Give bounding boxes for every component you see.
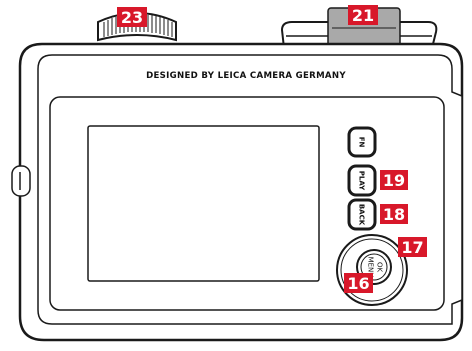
callout-23-label: 23 [121, 8, 143, 27]
lcd-screen [87, 125, 320, 282]
callout-16: 16 [344, 273, 373, 293]
play-button[interactable]: PLAY [347, 164, 377, 197]
callout-18-label: 18 [383, 205, 405, 224]
callout-23: 23 [117, 7, 147, 27]
brand-text: DESIGNED BY LEICA CAMERA GERMANY [146, 71, 346, 81]
callout-21-label: 21 [352, 6, 374, 25]
play-button-label: PLAY [358, 171, 366, 191]
callout-18: 18 [380, 204, 408, 224]
callout-19-label: 19 [383, 171, 405, 190]
ok-label: OK [376, 262, 384, 273]
callout-21: 21 [348, 5, 378, 25]
fn-button[interactable]: FN [347, 126, 377, 158]
back-button-label: BACK [358, 204, 366, 226]
fn-button-label: FN [358, 137, 366, 148]
camera-rear-diagram: DESIGNED BY LEICA CAMERA GERMANY FN PLAY… [11, 5, 464, 342]
strap-lug [11, 165, 31, 197]
callout-17-label: 17 [401, 238, 423, 257]
callout-19: 19 [380, 170, 408, 190]
back-button[interactable]: BACK [347, 198, 377, 231]
callout-16-label: 16 [347, 274, 369, 293]
callout-17: 17 [398, 237, 427, 257]
